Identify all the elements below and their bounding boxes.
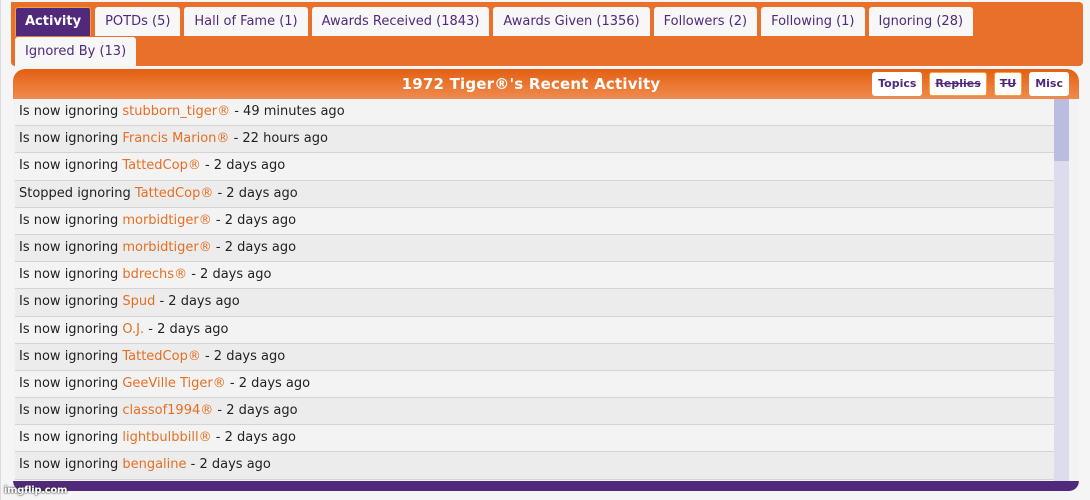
activity-row: Is now ignoring lightbulbbill® - 2 days … xyxy=(15,425,1060,453)
activity-row: Is now ignoring morbidtiger® - 2 days ag… xyxy=(15,234,1060,263)
page-frame: Activity POTDs (5) Hall of Fame (1) Awar… xyxy=(0,0,1090,500)
tab-row-2: Ignored By (13) xyxy=(15,37,1083,67)
activity-action: Is now ignoring xyxy=(19,430,119,446)
filter-tu-button[interactable]: TU xyxy=(993,72,1023,96)
tab-following[interactable]: Following (1) xyxy=(761,7,865,36)
activity-row: Is now ignoring Spud - 2 days ago xyxy=(15,289,1060,317)
scrollbar-thumb[interactable] xyxy=(1054,99,1069,161)
panel-header: 1972 Tiger®'s Recent Activity Topics Rep… xyxy=(13,69,1079,99)
filter-replies-button[interactable]: Replies xyxy=(929,72,987,96)
activity-row: Is now ignoring stubborn_tiger® - 49 min… xyxy=(15,99,1060,127)
activity-time: - 2 days ago xyxy=(215,430,296,446)
filter-topics-button[interactable]: Topics xyxy=(872,72,923,96)
profile-tabs: Activity POTDs (5) Hall of Fame (1) Awar… xyxy=(11,2,1083,66)
activity-action: Stopped ignoring xyxy=(19,185,131,201)
activity-time: - 2 days ago xyxy=(190,457,271,473)
user-link[interactable]: lightbulbbill® xyxy=(122,430,211,445)
user-link[interactable]: TattedCop® xyxy=(122,349,200,364)
activity-time: - 2 days ago xyxy=(217,185,298,201)
activity-row: Is now ignoring Francis Marion® - 22 hou… xyxy=(15,126,1060,154)
tab-activity[interactable]: Activity xyxy=(15,7,92,36)
tab-row-1: Activity POTDs (5) Hall of Fame (1) Awar… xyxy=(15,7,1083,37)
activity-action: Is now ignoring xyxy=(19,131,119,147)
activity-action: Is now ignoring xyxy=(19,321,119,337)
tab-awards-received[interactable]: Awards Received (1843) xyxy=(311,7,490,36)
filter-misc-button[interactable]: Misc xyxy=(1029,72,1069,96)
activity-action: Is now ignoring xyxy=(19,294,119,310)
activity-time: - 2 days ago xyxy=(159,294,240,310)
activity-action: Is now ignoring xyxy=(19,457,119,473)
user-link[interactable]: bengaline xyxy=(122,457,186,472)
tab-followers[interactable]: Followers (2) xyxy=(653,7,758,36)
panel-footer xyxy=(13,481,1079,491)
activity-time: - 2 days ago xyxy=(204,348,286,364)
scrollbar[interactable] xyxy=(1054,99,1069,481)
activity-action: Is now ignoring xyxy=(19,104,119,119)
activity-action: Is now ignoring xyxy=(19,348,119,364)
activity-action: Is now ignoring xyxy=(19,375,119,391)
tab-potds[interactable]: POTDs (5) xyxy=(95,7,181,36)
tab-ignored-by[interactable]: Ignored By (13) xyxy=(15,37,137,66)
activity-row: Is now ignoring GeeVille Tiger® - 2 days… xyxy=(15,370,1060,399)
tab-hall-of-fame[interactable]: Hall of Fame (1) xyxy=(184,7,308,36)
activity-row: Is now ignoring O.J. - 2 days ago xyxy=(15,316,1060,344)
tab-ignoring[interactable]: Ignoring (28) xyxy=(868,7,974,36)
activity-action: Is now ignoring xyxy=(19,212,119,228)
watermark: imgflip.com xyxy=(4,485,68,496)
user-link[interactable]: Francis Marion® xyxy=(122,131,229,146)
activity-time: - 22 hours ago xyxy=(233,131,328,147)
activity-list: Is now ignoring stubborn_tiger® - 49 min… xyxy=(15,99,1060,481)
user-link[interactable]: morbidtiger® xyxy=(122,213,211,228)
recent-activity-panel: 1972 Tiger®'s Recent Activity Topics Rep… xyxy=(13,69,1079,491)
tab-awards-given[interactable]: Awards Given (1356) xyxy=(493,7,650,36)
activity-time: - 2 days ago xyxy=(217,403,298,419)
activity-time: - 2 days ago xyxy=(229,375,311,391)
activity-action: Is now ignoring xyxy=(19,267,119,283)
activity-row: Is now ignoring bengaline - 2 days ago xyxy=(15,452,1060,480)
activity-time: - 2 days ago xyxy=(215,239,297,255)
user-link[interactable]: TattedCop® xyxy=(135,186,213,201)
user-link[interactable]: TattedCop® xyxy=(122,158,200,173)
activity-row: Is now ignoring TattedCop® - 2 days ago xyxy=(15,153,1060,181)
activity-row: Is now ignoring classof1994® - 2 days ag… xyxy=(15,398,1060,426)
user-link[interactable]: stubborn_tiger® xyxy=(122,104,230,119)
activity-row: Is now ignoring morbidtiger® - 2 days ag… xyxy=(15,207,1060,235)
activity-time: - 2 days ago xyxy=(191,267,272,283)
activity-row: Is now ignoring bdrechs® - 2 days ago xyxy=(15,262,1060,290)
user-link[interactable]: classof1994® xyxy=(122,403,213,418)
activity-time: - 49 minutes ago xyxy=(234,104,345,119)
user-link[interactable]: morbidtiger® xyxy=(122,240,211,255)
activity-action: Is now ignoring xyxy=(19,403,119,419)
activity-action: Is now ignoring xyxy=(19,158,119,174)
activity-time: - 2 days ago xyxy=(148,321,229,337)
activity-action: Is now ignoring xyxy=(19,239,119,255)
activity-row: Is now ignoring TattedCop® - 2 days ago xyxy=(15,343,1060,371)
activity-filters: Topics Replies TU Misc xyxy=(865,72,1069,96)
user-link[interactable]: bdrechs® xyxy=(122,267,187,282)
activity-row: Stopped ignoring TattedCop® - 2 days ago xyxy=(15,180,1060,208)
activity-time: - 2 days ago xyxy=(215,212,297,228)
user-link[interactable]: Spud xyxy=(122,294,155,309)
activity-time: - 2 days ago xyxy=(204,158,286,174)
user-link[interactable]: O.J. xyxy=(122,322,144,337)
user-link[interactable]: GeeVille Tiger® xyxy=(122,376,225,391)
